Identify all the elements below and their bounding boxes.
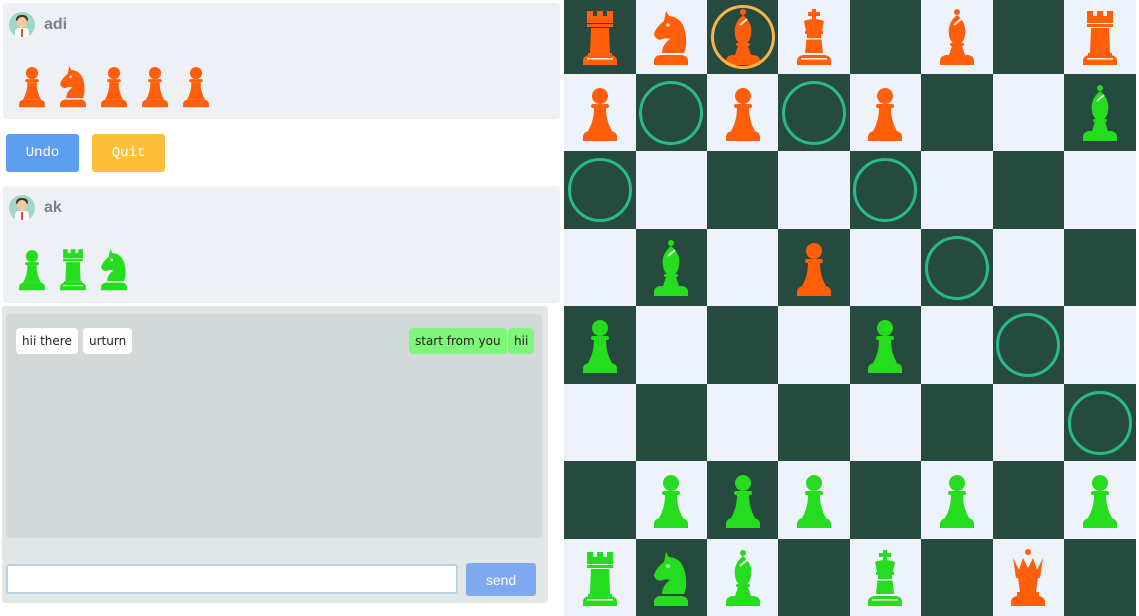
player-header: ak: [9, 194, 62, 222]
person-avatar-icon: [9, 195, 35, 221]
board-square-h8[interactable]: [1064, 0, 1136, 74]
board-square-c6[interactable]: [707, 151, 778, 229]
board-square-g6[interactable]: [992, 151, 1064, 229]
board-square-e7[interactable]: [849, 74, 921, 151]
board-square-h2[interactable]: [1064, 461, 1136, 539]
board-square-f6[interactable]: [921, 151, 993, 229]
chat-message-received: urturn: [83, 328, 133, 354]
board-square-d2[interactable]: [778, 461, 850, 539]
board-square-e8[interactable]: [849, 0, 921, 74]
board-square-c4[interactable]: [707, 306, 778, 384]
board-square-e5[interactable]: [849, 229, 921, 306]
board-square-d4[interactable]: [778, 306, 850, 384]
orange-pawn-icon: [95, 59, 133, 113]
player-panel-top: adi: [3, 3, 560, 119]
captured-pieces: [13, 59, 218, 113]
chat-message-sent: start from you: [409, 328, 507, 354]
quit-button[interactable]: Quit: [92, 134, 165, 172]
board-square-h7[interactable]: [1064, 74, 1136, 151]
board-square-b4[interactable]: [635, 306, 707, 384]
board-square-h1[interactable]: [1064, 539, 1136, 616]
board-square-a3[interactable]: [564, 384, 636, 461]
board-square-g1[interactable]: [992, 539, 1064, 616]
board-square-h4[interactable]: [1064, 306, 1136, 384]
board-square-b1[interactable]: [635, 539, 707, 616]
board-square-d8[interactable]: [778, 0, 850, 74]
board-square-b6[interactable]: [635, 151, 707, 229]
chat-messages: hii there urturn start from you hii: [6, 314, 542, 538]
move-hint-ring[interactable]: [639, 80, 704, 145]
board-square-b2[interactable]: [635, 461, 707, 539]
board-square-b5[interactable]: [635, 229, 707, 306]
green-pawn-icon: [13, 242, 51, 296]
board-square-c3[interactable]: [707, 384, 778, 461]
player-panel-bottom: ak: [3, 186, 560, 303]
green-knight-icon: [95, 242, 133, 296]
board-square-f3[interactable]: [921, 384, 993, 461]
board-square-g2[interactable]: [992, 461, 1064, 539]
chat-message-received: hii there: [16, 328, 78, 354]
captured-pieces: [13, 242, 136, 296]
board-square-c2[interactable]: [707, 461, 778, 539]
move-hint-ring[interactable]: [567, 158, 632, 222]
board-square-g7[interactable]: [992, 74, 1064, 151]
board-square-e3[interactable]: [849, 384, 921, 461]
player-header: adi: [9, 11, 67, 39]
player-name: adi: [44, 16, 68, 33]
orange-pawn-icon: [13, 59, 51, 113]
board-square-a2[interactable]: [564, 461, 636, 539]
send-button[interactable]: send: [466, 563, 536, 596]
chess-board: [564, 0, 1139, 616]
selected-piece-ring[interactable]: [710, 5, 775, 69]
player-name: ak: [44, 199, 62, 216]
board-square-c1[interactable]: [707, 539, 778, 616]
board-square-e2[interactable]: [849, 461, 921, 539]
board-square-g3[interactable]: [992, 384, 1064, 461]
board-square-b8[interactable]: [635, 0, 707, 74]
board-square-c7[interactable]: [707, 74, 778, 151]
orange-pawn-icon: [177, 59, 215, 113]
person-avatar-icon: [9, 12, 35, 38]
move-hint-ring[interactable]: [924, 235, 989, 300]
orange-knight-icon: [54, 59, 92, 113]
chat-message-sent: hii: [508, 328, 535, 354]
board-square-f4[interactable]: [921, 306, 993, 384]
board-square-a8[interactable]: [564, 0, 636, 74]
board-square-b3[interactable]: [635, 384, 707, 461]
board-square-f8[interactable]: [921, 0, 993, 74]
board-square-g8[interactable]: [992, 0, 1064, 74]
move-hint-ring[interactable]: [781, 80, 846, 145]
board-square-h5[interactable]: [1064, 229, 1136, 306]
board-square-a5[interactable]: [564, 229, 636, 306]
board-square-f2[interactable]: [921, 461, 993, 539]
board-square-e1[interactable]: [849, 539, 921, 616]
board-square-d1[interactable]: [778, 539, 850, 616]
board-square-a4[interactable]: [564, 306, 636, 384]
board-square-f7[interactable]: [921, 74, 993, 151]
board-square-d3[interactable]: [778, 384, 850, 461]
board-square-h6[interactable]: [1064, 151, 1136, 229]
move-hint-ring[interactable]: [996, 313, 1061, 377]
board-square-d5[interactable]: [778, 229, 850, 306]
orange-pawn-icon: [136, 59, 174, 113]
board-square-f1[interactable]: [921, 539, 993, 616]
chat-input[interactable]: [6, 564, 458, 594]
board-square-a7[interactable]: [564, 74, 636, 151]
board-square-c5[interactable]: [707, 229, 778, 306]
move-hint-ring[interactable]: [1067, 390, 1132, 455]
move-hint-ring[interactable]: [853, 158, 918, 222]
board-square-g5[interactable]: [992, 229, 1064, 306]
green-rook-icon: [54, 242, 92, 296]
undo-button[interactable]: Undo: [6, 134, 79, 172]
board-square-d6[interactable]: [778, 151, 850, 229]
board-square-a1[interactable]: [564, 539, 636, 616]
board-square-e4[interactable]: [849, 306, 921, 384]
chat-panel: hii there urturn start from you hii: [2, 306, 548, 603]
